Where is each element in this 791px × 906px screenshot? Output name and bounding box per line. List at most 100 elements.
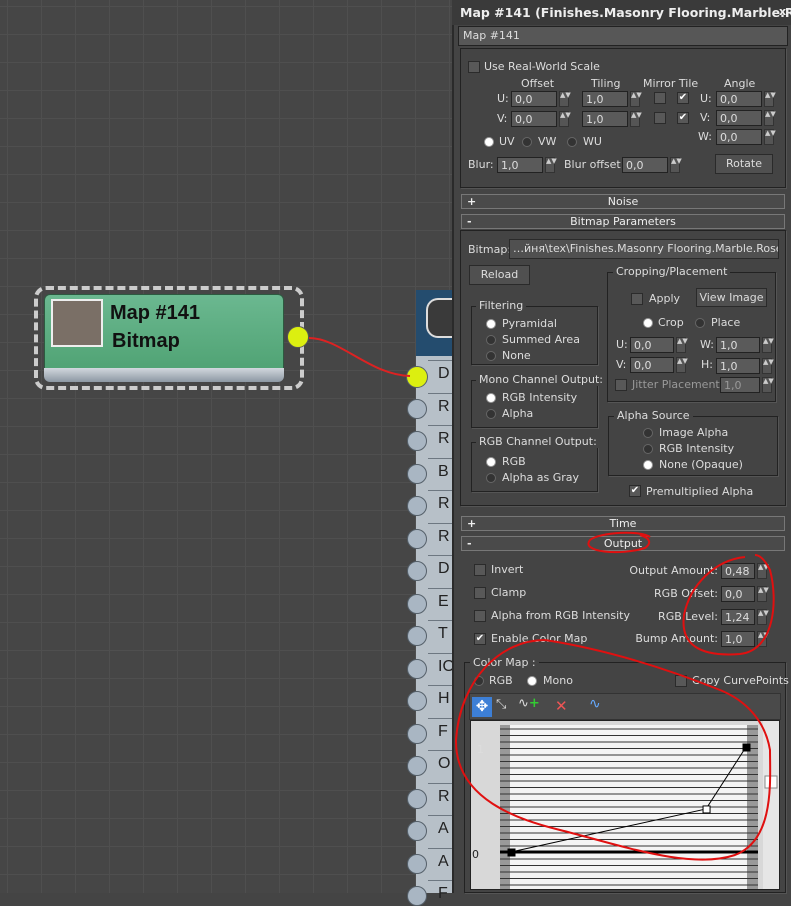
output-amount-spinner[interactable]: ▲▼ bbox=[757, 563, 769, 579]
blur-spinner[interactable]: ▲▼ bbox=[545, 157, 557, 173]
curve-point[interactable] bbox=[507, 848, 516, 857]
crop-h-field[interactable]: 1,0 bbox=[716, 358, 760, 374]
offset-u-spinner[interactable]: ▲▼ bbox=[559, 91, 571, 107]
alpha-from-rgb-checkbox[interactable] bbox=[474, 610, 486, 622]
rgb-offset-spinner[interactable]: ▲▼ bbox=[757, 586, 769, 602]
bitmap-path-button[interactable]: …йня\tex\Finishes.Masonry Flooring.Marbl… bbox=[509, 239, 779, 259]
real-world-scale-checkbox[interactable] bbox=[468, 61, 480, 73]
rgb-radio[interactable] bbox=[486, 457, 496, 467]
apply-checkbox[interactable] bbox=[631, 293, 643, 305]
rgb-radio[interactable] bbox=[486, 473, 496, 483]
crop-u-field[interactable]: 0,0 bbox=[630, 337, 674, 353]
crop-w-spinner[interactable]: ▲▼ bbox=[762, 337, 774, 353]
bump-amount-spinner[interactable]: ▲▼ bbox=[757, 631, 769, 647]
close-icon[interactable]: x bbox=[779, 5, 786, 18]
curve-point[interactable] bbox=[702, 805, 711, 814]
rgb-offset-field[interactable]: 0,0 bbox=[721, 586, 755, 602]
reset-curve-icon[interactable]: ∿ bbox=[589, 696, 601, 712]
uv-radio[interactable] bbox=[484, 137, 494, 147]
place-radio[interactable] bbox=[695, 318, 705, 328]
vertical-scrollbar[interactable] bbox=[763, 721, 779, 889]
crop-h-spinner[interactable]: ▲▼ bbox=[762, 358, 774, 374]
bitmap-params-rollout[interactable]: - Bitmap Parameters bbox=[461, 214, 785, 229]
crop-v-spinner[interactable]: ▲▼ bbox=[676, 357, 688, 373]
invert-checkbox[interactable] bbox=[474, 564, 486, 576]
angle-w-spinner[interactable]: ▲▼ bbox=[764, 129, 776, 145]
rgb-offset-label: RGB Offset: bbox=[654, 587, 718, 600]
cropping-title: Cropping/Placement bbox=[613, 265, 731, 278]
rotate-button[interactable]: Rotate bbox=[715, 154, 773, 174]
connection-wire bbox=[308, 337, 411, 377]
filtering-radio[interactable] bbox=[486, 335, 496, 345]
rgb-level-field[interactable]: 1,24 bbox=[721, 609, 755, 625]
angle-v-spinner[interactable]: ▲▼ bbox=[764, 110, 776, 126]
tiling-v-field[interactable]: 1,0 bbox=[582, 111, 628, 127]
angle-v-field[interactable]: 0,0 bbox=[716, 110, 762, 126]
tile-v-checkbox[interactable]: ✔ bbox=[677, 112, 689, 124]
add-point-icon[interactable]: ∿+ bbox=[518, 696, 540, 711]
mirror-v-checkbox[interactable] bbox=[654, 112, 666, 124]
u-label: U: bbox=[497, 92, 509, 105]
noise-rollout[interactable]: + Noise bbox=[461, 194, 785, 209]
tiling-v-spinner[interactable]: ▲▼ bbox=[630, 111, 642, 127]
wu-label: WU bbox=[583, 135, 602, 148]
mono-option-label: Alpha bbox=[502, 407, 534, 420]
bump-amount-field[interactable]: 1,0 bbox=[721, 631, 755, 647]
map-name-field[interactable]: Map #141 bbox=[458, 26, 788, 46]
blur-field[interactable]: 1,0 bbox=[497, 157, 543, 173]
rgb-level-spinner[interactable]: ▲▼ bbox=[757, 609, 769, 625]
crop-u-spinner[interactable]: ▲▼ bbox=[676, 337, 688, 353]
output-rollout[interactable]: - Output bbox=[461, 536, 785, 551]
mono-mode-radio[interactable] bbox=[527, 676, 537, 686]
rgb-mode-radio[interactable] bbox=[474, 676, 484, 686]
tiling-u-spinner[interactable]: ▲▼ bbox=[630, 91, 642, 107]
mirror-u-checkbox[interactable] bbox=[654, 92, 666, 104]
blur-offset-spinner[interactable]: ▲▼ bbox=[670, 157, 682, 173]
crop-u-label: U: bbox=[616, 338, 628, 351]
time-rollout[interactable]: + Time bbox=[461, 516, 785, 531]
vw-radio[interactable] bbox=[522, 137, 532, 147]
mono-radio[interactable] bbox=[486, 409, 496, 419]
rgb-title: RGB Channel Output: bbox=[476, 435, 600, 448]
angle-w-field[interactable]: 0,0 bbox=[716, 129, 762, 145]
offset-v-spinner[interactable]: ▲▼ bbox=[559, 111, 571, 127]
jitter-spinner[interactable]: ▲▼ bbox=[762, 377, 774, 393]
jitter-checkbox[interactable] bbox=[615, 379, 627, 391]
blur-offset-label: Blur offset: bbox=[564, 158, 625, 171]
crop-h-label: H: bbox=[701, 358, 713, 371]
color-map-graph[interactable]: 1 0 bbox=[470, 720, 780, 890]
offset-v-field[interactable]: 0,0 bbox=[511, 111, 557, 127]
window-title: Map #141 (Finishes.Masonry Flooring.Marb… bbox=[452, 0, 791, 25]
filtering-radio[interactable] bbox=[486, 351, 496, 361]
scale-point-icon[interactable]: ⤡ bbox=[496, 697, 506, 712]
curve-point[interactable] bbox=[742, 743, 751, 752]
blur-offset-field[interactable]: 0,0 bbox=[622, 157, 668, 173]
delete-point-icon[interactable]: ✕ bbox=[555, 697, 568, 715]
offset-u-field[interactable]: 0,0 bbox=[511, 91, 557, 107]
premultiplied-checkbox[interactable]: ✔ bbox=[629, 485, 641, 497]
move-icon[interactable]: ✥ bbox=[472, 697, 492, 717]
tiling-u-field[interactable]: 1,0 bbox=[582, 91, 628, 107]
tiling-label: Tiling bbox=[591, 77, 621, 90]
crop-v-field[interactable]: 0,0 bbox=[630, 357, 674, 373]
angle-u-field[interactable]: 0,0 bbox=[716, 91, 762, 107]
view-image-button[interactable]: View Image bbox=[696, 288, 767, 307]
copy-curve-points-checkbox[interactable] bbox=[675, 675, 687, 687]
enable-color-map-checkbox[interactable]: ✔ bbox=[474, 633, 486, 645]
filtering-title: Filtering bbox=[476, 299, 527, 312]
filtering-radio[interactable] bbox=[486, 319, 496, 329]
wu-radio[interactable] bbox=[567, 137, 577, 147]
crop-radio[interactable] bbox=[643, 318, 653, 328]
angle-u-spinner[interactable]: ▲▼ bbox=[764, 91, 776, 107]
crop-w-field[interactable]: 1,0 bbox=[716, 337, 760, 353]
clamp-checkbox[interactable] bbox=[474, 587, 486, 599]
filtering-option-label: Pyramidal bbox=[502, 317, 557, 330]
mono-radio[interactable] bbox=[486, 393, 496, 403]
tile-u-checkbox[interactable]: ✔ bbox=[677, 92, 689, 104]
jitter-field[interactable]: 1,0 bbox=[720, 377, 760, 393]
curve-toolbar: ✥ ⤡ ∿+ ✕ ∿ bbox=[469, 693, 781, 720]
output-amount-field[interactable]: 0,48 bbox=[721, 563, 755, 579]
scrollbar-thumb[interactable] bbox=[764, 775, 778, 789]
reload-button[interactable]: Reload bbox=[469, 265, 530, 285]
alpha-source-title: Alpha Source bbox=[614, 409, 693, 422]
